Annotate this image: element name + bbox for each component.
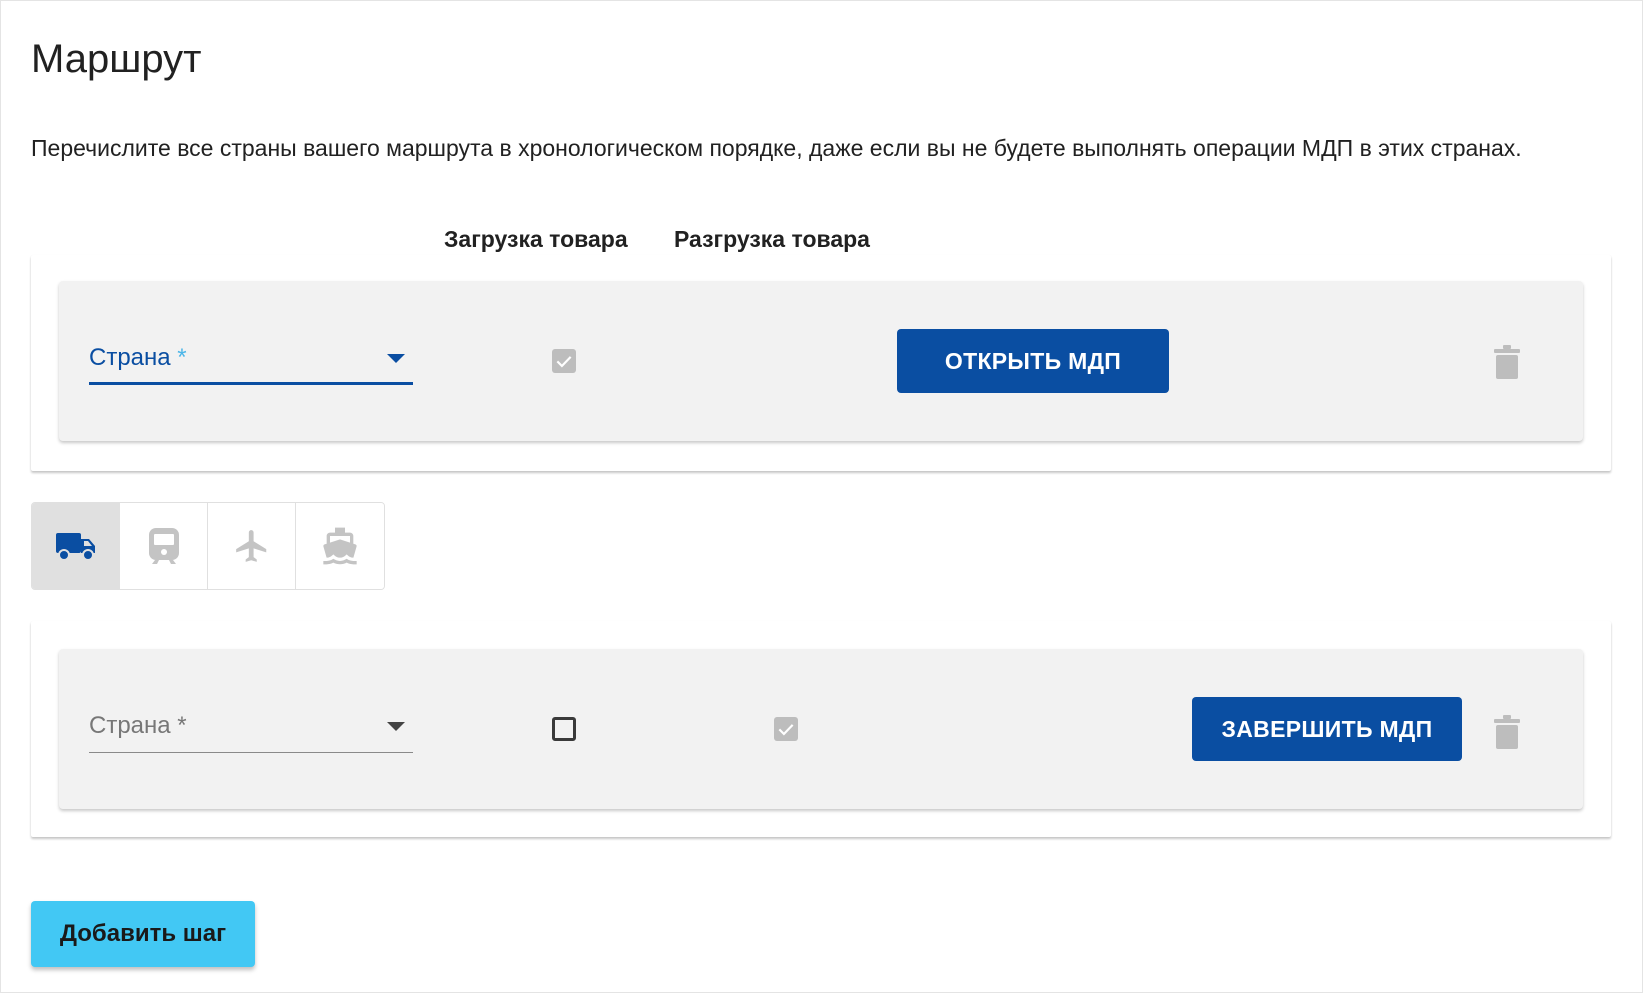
required-mark: * (177, 344, 187, 371)
close-tir-button[interactable]: ЗАВЕРШИТЬ МДП (1192, 697, 1462, 761)
transport-mode-toggle (31, 502, 385, 590)
check-icon (556, 356, 572, 368)
loading-checkbox[interactable] (552, 349, 576, 373)
country-select[interactable]: Страна * (89, 339, 413, 385)
mode-train-button[interactable] (120, 503, 208, 589)
page-title: Маршрут (31, 37, 202, 81)
select-underline (89, 752, 413, 753)
add-step-button[interactable]: Добавить шаг (31, 901, 255, 967)
country-select-label: Страна (89, 712, 171, 739)
route-panel: Маршрут Перечислите все страны вашего ма… (0, 0, 1643, 993)
open-tir-button[interactable]: ОТКРЫТЬ МДП (897, 329, 1169, 393)
column-header-unloading: Разгрузка товара (674, 226, 870, 252)
required-mark: * (177, 712, 187, 739)
check-icon (778, 724, 794, 736)
unloading-checkbox[interactable] (774, 717, 798, 741)
mode-truck-button[interactable] (32, 503, 120, 589)
airplane-icon (235, 530, 266, 562)
trash-icon[interactable] (1493, 715, 1521, 749)
chevron-down-icon (387, 722, 405, 731)
country-select[interactable]: Страна * (89, 707, 413, 753)
ship-icon (323, 527, 357, 565)
mode-sea-button[interactable] (296, 503, 384, 589)
select-underline (89, 382, 413, 385)
chevron-down-icon (387, 354, 405, 363)
mode-air-button[interactable] (208, 503, 296, 589)
route-step-2-row: Страна * ЗАВЕРШИТЬ МДП (59, 649, 1583, 809)
route-step-1: Страна * ОТКРЫТЬ МДП (31, 255, 1611, 471)
truck-icon (55, 533, 95, 561)
trash-icon[interactable] (1493, 345, 1521, 379)
route-step-2: Страна * ЗАВЕРШИТЬ МДП (31, 621, 1611, 837)
loading-checkbox[interactable] (552, 717, 576, 741)
column-header-loading: Загрузка товара (444, 226, 628, 252)
route-step-1-row: Страна * ОТКРЫТЬ МДП (59, 281, 1583, 441)
train-icon (148, 528, 179, 564)
page-description: Перечислите все страны вашего маршрута в… (31, 135, 1522, 161)
country-select-label: Страна (89, 344, 171, 371)
